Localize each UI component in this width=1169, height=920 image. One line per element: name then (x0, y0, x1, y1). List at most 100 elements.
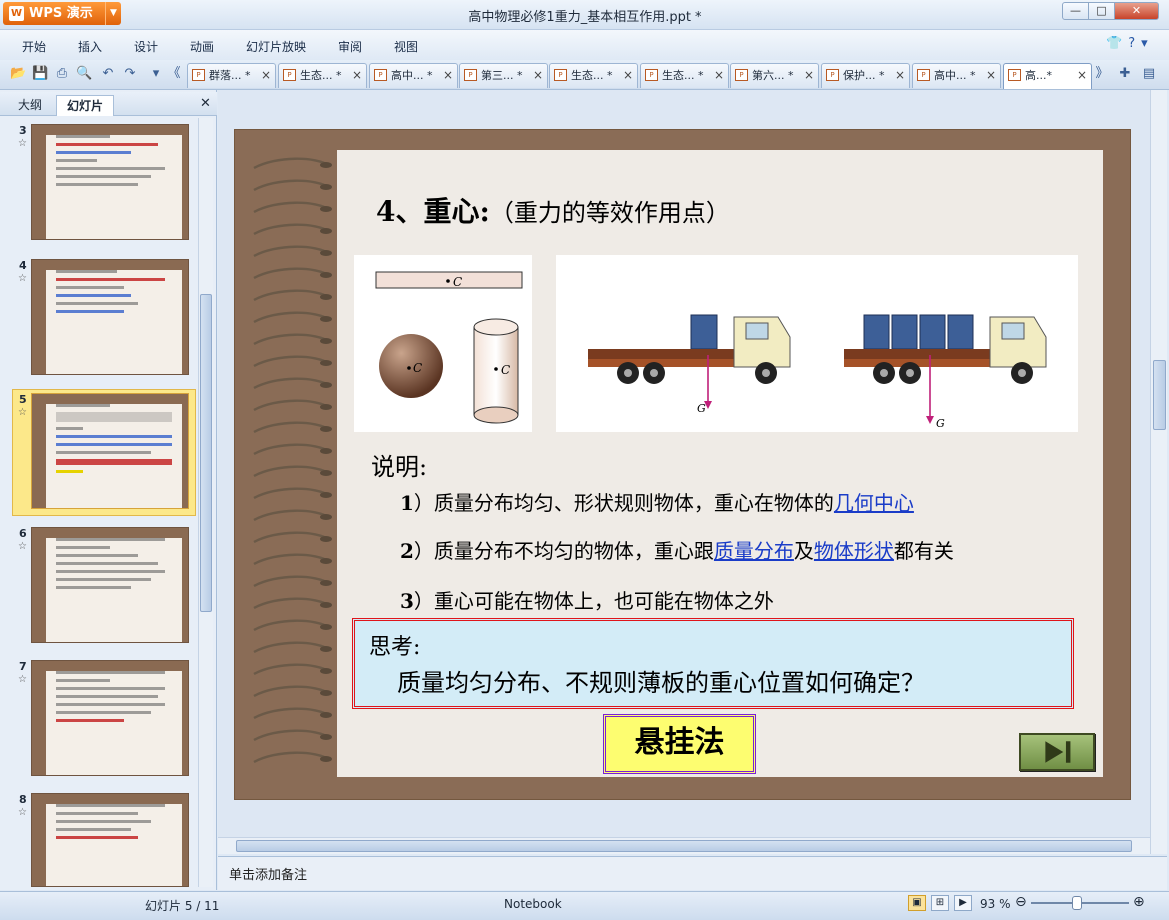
ppt-file-icon: P (645, 69, 658, 81)
doc-tab[interactable]: P 保护... * × (821, 63, 910, 88)
tabs-scroll-right-icon[interactable]: 》 (1094, 66, 1110, 82)
close-tab-icon[interactable]: × (895, 64, 905, 87)
doc-tab[interactable]: P 生态... * × (549, 63, 638, 88)
spiral-ring (253, 245, 331, 258)
save-icon[interactable]: 💾 (32, 66, 48, 82)
label-c: C (501, 363, 510, 377)
horizontal-scrollbar[interactable] (218, 837, 1150, 854)
spiral-hole (320, 360, 332, 366)
tab-slides[interactable]: 幻灯片 (56, 95, 114, 116)
close-tab-icon[interactable]: × (261, 64, 271, 87)
slide-thumbnail-6[interactable] (31, 527, 189, 643)
doc-tab[interactable]: P 高中... * × (912, 63, 1001, 88)
point-2[interactable]: 2）质量分布不均匀的物体，重心跟质量分布及物体形状都有关 (400, 535, 954, 564)
app-menu-button[interactable]: W WPS 演示 ▼ (3, 2, 121, 25)
customize-dropdown-icon[interactable]: ▾ (148, 66, 164, 82)
help-icon[interactable]: ? (1128, 36, 1141, 51)
tab-outline[interactable]: 大纲 (8, 95, 52, 116)
point-3[interactable]: 3）重心可能在物体上，也可能在物体之外 (400, 585, 774, 614)
label-c: C (453, 275, 462, 289)
doc-tab[interactable]: P 生态... * × (278, 63, 367, 88)
ppt-file-icon: P (192, 69, 205, 81)
spiral-hole (320, 646, 332, 652)
minimize-button[interactable]: — (1062, 2, 1089, 20)
explanation-label[interactable]: 说明: (371, 447, 427, 482)
answer-box[interactable]: 悬挂法 (603, 714, 756, 774)
link-geometric-center[interactable]: 几何中心 (834, 491, 914, 515)
undo-icon[interactable]: ↶ (100, 66, 116, 82)
doc-tab[interactable]: P 生态... * × (640, 63, 729, 88)
doc-tab[interactable]: P 群落... * × (187, 63, 276, 88)
doc-tab[interactable]: P 第六... * × (730, 63, 819, 88)
animation-star-icon: ☆ (18, 674, 27, 685)
spiral-hole (320, 184, 332, 190)
slideshow-icon[interactable]: ▶ (954, 895, 972, 911)
tab-list-icon[interactable]: ▤ (1141, 66, 1157, 82)
doc-tab[interactable]: P 高中... * × (369, 63, 458, 88)
think-box[interactable]: 思考: 质量均匀分布、不规则薄板的重心位置如何确定？ (352, 618, 1074, 709)
close-icon[interactable]: ✕ (200, 96, 211, 111)
truck-right: G (844, 314, 1047, 430)
close-tab-icon[interactable]: × (714, 64, 724, 87)
print-icon[interactable]: ⎙ (54, 66, 70, 82)
slide-thumbnail-3[interactable] (31, 124, 189, 240)
spiral-hole (320, 668, 332, 674)
menu-slideshow[interactable]: 幻灯片放映 (246, 38, 306, 55)
notes-placeholder[interactable]: 单击添加备注 (229, 864, 307, 883)
menu-animation[interactable]: 动画 (190, 38, 214, 55)
geometric-shapes-image[interactable]: C C C (354, 255, 532, 432)
spiral-hole (320, 228, 332, 234)
link-mass-distribution[interactable]: 质量分布 (714, 539, 794, 563)
slide-thumbnail-5-selected[interactable] (31, 393, 189, 509)
point-1[interactable]: 1）质量分布均匀、形状规则物体，重心在物体的几何中心 (400, 487, 914, 516)
close-tab-icon[interactable]: × (986, 64, 996, 87)
scrollbar-thumb[interactable] (1153, 360, 1166, 430)
help-area[interactable]: 👕?▾ (1106, 36, 1166, 51)
close-tab-icon[interactable]: × (443, 64, 453, 87)
slide-thumbnail-4[interactable] (31, 259, 189, 375)
spiral-ring (253, 289, 331, 302)
close-tab-icon[interactable]: × (804, 64, 814, 87)
open-folder-icon[interactable]: 📂 (10, 66, 26, 82)
scrollbar-thumb[interactable] (236, 840, 1132, 852)
maximize-button[interactable]: □ (1088, 2, 1115, 20)
menu-home[interactable]: 开始 (22, 38, 46, 55)
close-tab-icon[interactable]: × (623, 64, 633, 87)
shirt-icon[interactable]: 👕 (1106, 36, 1128, 51)
close-tab-icon[interactable]: × (1077, 64, 1087, 87)
next-slide-button[interactable] (1019, 733, 1095, 771)
print-preview-icon[interactable]: 🔍 (76, 66, 92, 82)
menu-view[interactable]: 视图 (394, 38, 418, 55)
slide-title[interactable]: 4、重心:（重力的等效作用点） (376, 190, 730, 230)
panel-scrollbar[interactable] (198, 118, 213, 887)
redo-icon[interactable]: ↷ (122, 66, 138, 82)
spiral-hole (320, 404, 332, 410)
new-tab-icon[interactable]: ✚ (1117, 66, 1133, 82)
tabs-scroll-left-icon[interactable]: 《 (166, 66, 182, 82)
close-button[interactable]: ✕ (1114, 2, 1159, 20)
scrollbar-thumb[interactable] (200, 294, 212, 612)
spiral-hole (320, 206, 332, 212)
zoom-slider-handle[interactable] (1072, 896, 1082, 910)
ppt-file-icon: P (464, 69, 477, 81)
menu-insert[interactable]: 插入 (78, 38, 102, 55)
zoom-out-icon[interactable]: ⊖ (1015, 894, 1027, 910)
menu-design[interactable]: 设计 (134, 38, 158, 55)
close-tab-icon[interactable]: × (352, 64, 362, 87)
close-tab-icon[interactable]: × (533, 64, 543, 87)
chevron-down-icon[interactable]: ▾ (1141, 36, 1154, 51)
slide-thumbnail-7[interactable] (31, 660, 189, 776)
doc-tab-active[interactable]: P 高...* × (1003, 63, 1092, 89)
link-object-shape[interactable]: 物体形状 (814, 539, 894, 563)
spiral-ring (253, 597, 331, 610)
zoom-in-icon[interactable]: ⊕ (1133, 894, 1145, 910)
slide-thumbnail-8[interactable] (31, 793, 189, 887)
vertical-scrollbar[interactable] (1150, 90, 1167, 854)
doc-tab[interactable]: P 第三... * × (459, 63, 548, 88)
trucks-center-of-gravity-image[interactable]: G G (556, 255, 1078, 432)
chevron-down-icon[interactable]: ▼ (105, 2, 121, 25)
menu-review[interactable]: 审阅 (338, 38, 362, 55)
notes-pane[interactable] (218, 856, 1167, 890)
normal-view-icon[interactable]: ▣ (908, 895, 926, 911)
slide-sorter-icon[interactable]: ⊞ (931, 895, 949, 911)
